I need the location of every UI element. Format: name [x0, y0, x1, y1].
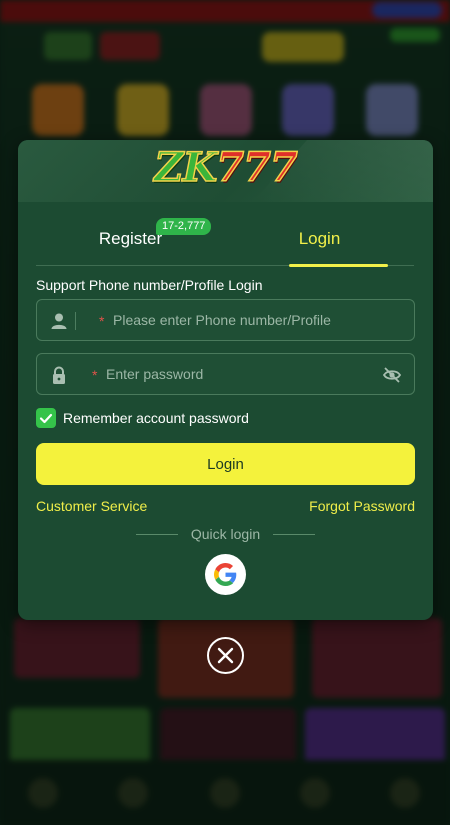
close-icon — [217, 647, 234, 664]
active-tab-indicator — [289, 264, 388, 267]
remember-password-label: Remember account password — [63, 410, 249, 426]
login-button[interactable]: Login — [36, 443, 415, 485]
brand-logo-zk: ZK — [154, 144, 218, 191]
close-modal-button[interactable] — [207, 637, 244, 674]
password-field: * — [36, 353, 415, 395]
tab-register[interactable]: Register 17-2,777 — [36, 214, 225, 266]
password-input[interactable] — [106, 354, 376, 394]
remember-password-checkbox[interactable] — [36, 408, 56, 428]
phone-input[interactable] — [113, 300, 403, 340]
tab-login[interactable]: Login — [225, 214, 414, 267]
tab-login-label: Login — [298, 229, 341, 248]
eye-off-icon[interactable] — [382, 365, 402, 385]
forgot-password-link[interactable]: Forgot Password — [309, 498, 415, 514]
modal-header: ZK777 — [18, 140, 433, 202]
login-modal: ZK777 Register 17-2,777 Login Support Ph… — [18, 140, 433, 620]
tab-register-label: Register — [98, 229, 163, 248]
quick-login-divider: Quick login — [18, 525, 433, 543]
customer-service-link[interactable]: Customer Service — [36, 498, 147, 514]
google-login-button[interactable] — [205, 554, 246, 595]
field-divider — [75, 312, 76, 330]
register-bonus-badge: 17-2,777 — [156, 218, 212, 235]
lock-icon — [53, 366, 65, 384]
help-links: Customer Service Forgot Password — [36, 498, 415, 516]
quick-login-label: Quick login — [190, 526, 261, 542]
brand-logo: ZK777 — [18, 144, 433, 191]
required-mark: * — [99, 313, 105, 329]
phone-field: * — [36, 299, 415, 341]
user-icon — [51, 313, 67, 329]
login-subtitle: Support Phone number/Profile Login — [36, 277, 263, 293]
auth-tabs: Register 17-2,777 Login — [36, 214, 414, 267]
check-icon — [39, 413, 53, 424]
required-mark: * — [92, 367, 98, 383]
brand-logo-777: 777 — [215, 144, 298, 191]
google-icon — [214, 563, 237, 586]
